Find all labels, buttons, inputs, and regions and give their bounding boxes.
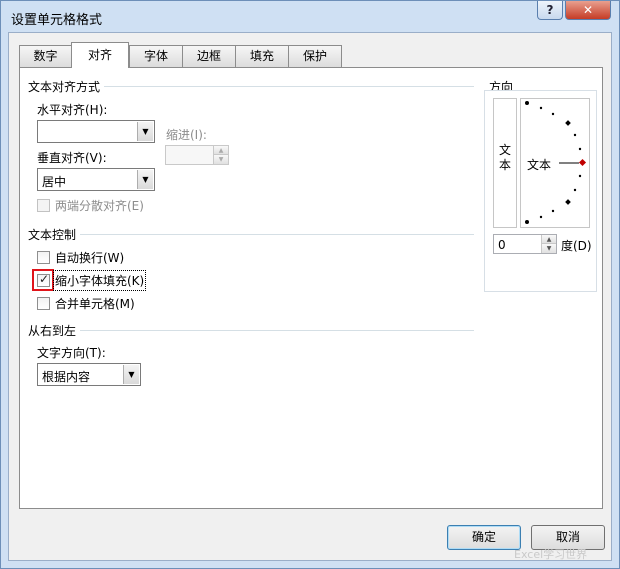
shrink-to-fit-checkbox[interactable]: ✓: [37, 272, 50, 287]
vertical-text-box[interactable]: 文本: [493, 98, 517, 228]
spin-up-icon[interactable]: ▲: [213, 146, 228, 155]
spin-up-icon[interactable]: ▲: [541, 235, 556, 244]
section-right-to-left: 从右到左: [28, 324, 77, 338]
text-direction-label: 文字方向(T):: [37, 346, 106, 360]
tab-font[interactable]: 字体: [129, 45, 183, 67]
dialog-title: 设置单元格格式: [11, 13, 103, 28]
horizontal-align-select[interactable]: ▼: [37, 120, 155, 143]
close-button[interactable]: ✕: [565, 1, 611, 20]
shrink-to-fit-label: 缩小字体填充(K): [52, 270, 147, 291]
wrap-text-label: 自动换行(W): [55, 251, 125, 265]
vertical-align-select[interactable]: 居中 ▼: [37, 168, 155, 191]
tab-border[interactable]: 边框: [182, 45, 236, 67]
tab-fill[interactable]: 填充: [235, 45, 289, 67]
indent-label: 缩进(I):: [166, 128, 207, 142]
chevron-down-icon[interactable]: ▼: [123, 365, 139, 384]
tab-protection[interactable]: 保护: [288, 45, 342, 67]
indent-spinner[interactable]: ▲ ▼: [165, 145, 229, 165]
title-bar: 设置单元格格式 ? ✕: [1, 1, 619, 33]
tab-alignment[interactable]: 对齐: [71, 42, 129, 68]
watermark: Excel学习世界: [514, 548, 588, 561]
wrap-text-checkbox[interactable]: [37, 251, 50, 264]
horizontal-align-label: 水平对齐(H):: [37, 103, 108, 117]
spin-down-icon[interactable]: ▼: [213, 155, 228, 164]
spin-down-icon[interactable]: ▼: [541, 244, 556, 253]
alignment-panel: 文本对齐方式 水平对齐(H): ▼ 缩进(I): ▲ ▼ 垂直对齐(V): 居中…: [19, 67, 603, 509]
rotated-text: 文本: [527, 158, 552, 172]
chevron-down-icon[interactable]: ▼: [137, 122, 153, 141]
degrees-spinner[interactable]: 0 ▲ ▼: [493, 234, 557, 254]
divider: [80, 234, 474, 235]
orientation-dial[interactable]: 文本: [520, 98, 590, 228]
divider: [80, 330, 474, 331]
divider: [104, 86, 474, 87]
vertical-text: 文本: [499, 143, 512, 172]
degrees-label: 度(D): [561, 239, 592, 253]
section-text-control: 文本控制: [28, 228, 77, 242]
section-text-alignment: 文本对齐方式: [28, 80, 101, 94]
text-direction-value: 根据内容: [42, 370, 91, 384]
text-direction-select[interactable]: 根据内容 ▼: [37, 363, 141, 386]
chevron-down-icon[interactable]: ▼: [137, 170, 153, 189]
help-button[interactable]: ?: [537, 1, 563, 20]
tab-number[interactable]: 数字: [19, 45, 72, 67]
check-icon: ✓: [39, 272, 50, 286]
dialog-body: 数字 对齐 字体 边框 填充 保护 文本对齐方式 水平对齐(H): ▼ 缩进(I…: [8, 32, 612, 561]
justify-distributed-label: 两端分散对齐(E): [55, 199, 144, 213]
justify-distributed-checkbox[interactable]: [37, 199, 50, 212]
format-cells-dialog: 设置单元格格式 ? ✕ 数字 对齐 字体 边框 填充 保护 文本对齐方式 水平对…: [0, 0, 620, 569]
vertical-align-value: 居中: [42, 175, 67, 189]
merge-cells-label: 合并单元格(M): [55, 297, 135, 311]
merge-cells-checkbox[interactable]: [37, 297, 50, 310]
ok-button[interactable]: 确定: [447, 525, 521, 550]
degrees-value: 0: [498, 238, 506, 252]
vertical-align-label: 垂直对齐(V):: [37, 151, 107, 165]
